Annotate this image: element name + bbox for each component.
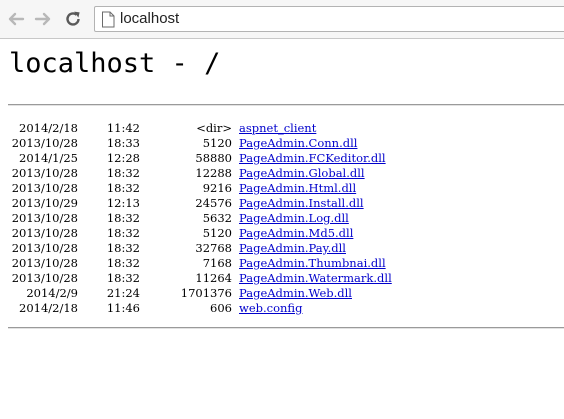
- entry-link[interactable]: PageAdmin.Install.dll: [239, 196, 364, 211]
- entry-time: 11:46: [106, 301, 140, 315]
- url-text[interactable]: localhost: [120, 10, 179, 28]
- entry-link[interactable]: PageAdmin.Pay.dll: [239, 241, 346, 256]
- entry-time: 18:32: [106, 181, 140, 195]
- entry-date: 2013/10/28: [11, 271, 78, 285]
- entry-time: 12:28: [106, 151, 140, 165]
- entry-link[interactable]: web.config: [239, 301, 302, 316]
- entry-time: 18:32: [106, 211, 140, 225]
- listing-row: 2014/1/25 12:28 58880 PageAdmin.FCKeditor.d…: [0, 151, 564, 166]
- listing-row: 2013/10/28 18:32 7168 PageAdmin.Thumbnai.dl…: [0, 256, 564, 271]
- reload-button[interactable]: [63, 9, 83, 29]
- entry-date: 2013/10/29: [11, 196, 78, 210]
- entry-link[interactable]: PageAdmin.Web.dll: [239, 286, 352, 301]
- entry-link[interactable]: aspnet_client: [239, 121, 316, 136]
- listing-row: 2013/10/28 18:32 32768 PageAdmin.Pay.dll: [0, 241, 564, 256]
- listing-row: 2013/10/29 12:13 24576 PageAdmin.Install.dl…: [0, 196, 564, 211]
- entry-link[interactable]: PageAdmin.Global.dll: [239, 166, 365, 181]
- entry-size: 7168: [202, 256, 232, 270]
- entry-date: 2013/10/28: [11, 136, 78, 150]
- entry-link[interactable]: PageAdmin.Thumbnai.dll: [239, 256, 386, 271]
- entry-size: 58880: [195, 151, 232, 165]
- entry-size: 606: [210, 301, 232, 315]
- entry-link[interactable]: PageAdmin.FCKeditor.dll: [239, 151, 386, 166]
- entry-time: 21:24: [106, 286, 140, 300]
- entry-time: 18:32: [106, 271, 140, 285]
- entry-date: 2013/10/28: [11, 226, 78, 240]
- listing-row: 2013/10/28 18:33 5120 PageAdmin.Conn.dll: [0, 136, 564, 151]
- reload-icon: [66, 11, 80, 26]
- listing-row: 2013/10/28 18:32 11264 PageAdmin.Watermark.…: [0, 271, 564, 286]
- entry-time: 11:42: [106, 121, 140, 135]
- entry-time: 18:32: [106, 256, 140, 270]
- divider: [8, 327, 564, 329]
- entry-date: 2013/10/28: [11, 256, 78, 270]
- forward-button[interactable]: [33, 9, 53, 29]
- entry-link[interactable]: PageAdmin.Conn.dll: [239, 136, 357, 151]
- listing-row: 2013/10/28 18:32 12288 PageAdmin.Global.dll: [0, 166, 564, 181]
- back-button[interactable]: [6, 9, 26, 29]
- entry-time: 18:33: [106, 136, 140, 150]
- entry-size: 1701376: [180, 286, 232, 300]
- entry-size: 11264: [195, 271, 232, 285]
- listing-row: 2013/10/28 18:32 9216 PageAdmin.Html.dll: [0, 181, 564, 196]
- entry-size: 5120: [202, 226, 232, 240]
- entry-link[interactable]: PageAdmin.Html.dll: [239, 181, 356, 196]
- entry-date: 2014/2/9: [26, 286, 78, 300]
- entry-time: 18:32: [106, 166, 140, 180]
- browser-toolbar: localhost: [0, 0, 564, 39]
- arrow-left-icon: [8, 12, 25, 26]
- directory-listing: 2014/2/18 11:42 <dir> aspnet_client 2013/10/…: [0, 121, 564, 316]
- page-title: localhost - /: [9, 48, 221, 79]
- entry-size: 12288: [195, 166, 232, 180]
- address-bar[interactable]: localhost: [94, 6, 564, 32]
- entry-time: 12:13: [106, 196, 140, 210]
- listing-row: 2013/10/28 18:32 5632 PageAdmin.Log.dll: [0, 211, 564, 226]
- entry-size: <dir>: [196, 121, 232, 135]
- listing-row: 2014/2/18 11:42 <dir> aspnet_client: [0, 121, 564, 136]
- page-icon: [102, 11, 115, 28]
- entry-date: 2013/10/28: [11, 181, 78, 195]
- entry-date: 2013/10/28: [11, 211, 78, 225]
- entry-link[interactable]: PageAdmin.Log.dll: [239, 211, 349, 226]
- arrow-right-icon: [34, 12, 51, 26]
- divider: [8, 104, 564, 106]
- entry-size: 5632: [202, 211, 232, 225]
- entry-link[interactable]: PageAdmin.Watermark.dll: [239, 271, 392, 286]
- entry-date: 2014/2/18: [19, 301, 78, 315]
- entry-size: 32768: [195, 241, 232, 255]
- entry-size: 24576: [195, 196, 232, 210]
- listing-row: 2014/2/18 11:46 606 web.config: [0, 301, 564, 316]
- entry-time: 18:32: [106, 226, 140, 240]
- entry-size: 5120: [202, 136, 232, 150]
- entry-date: 2014/1/25: [19, 151, 78, 165]
- listing-row: 2014/2/9 21:24 1701376 PageAdmin.Web.dll: [0, 286, 564, 301]
- entry-time: 18:32: [106, 241, 140, 255]
- entry-date: 2014/2/18: [19, 121, 78, 135]
- entry-link[interactable]: PageAdmin.Md5.dll: [239, 226, 353, 241]
- listing-row: 2013/10/28 18:32 5120 PageAdmin.Md5.dll: [0, 226, 564, 241]
- page-content: localhost - / 2014/2/18 11:42 <dir> aspnet_…: [0, 39, 564, 419]
- entry-size: 9216: [202, 181, 232, 195]
- entry-date: 2013/10/28: [11, 241, 78, 255]
- entry-date: 2013/10/28: [11, 166, 78, 180]
